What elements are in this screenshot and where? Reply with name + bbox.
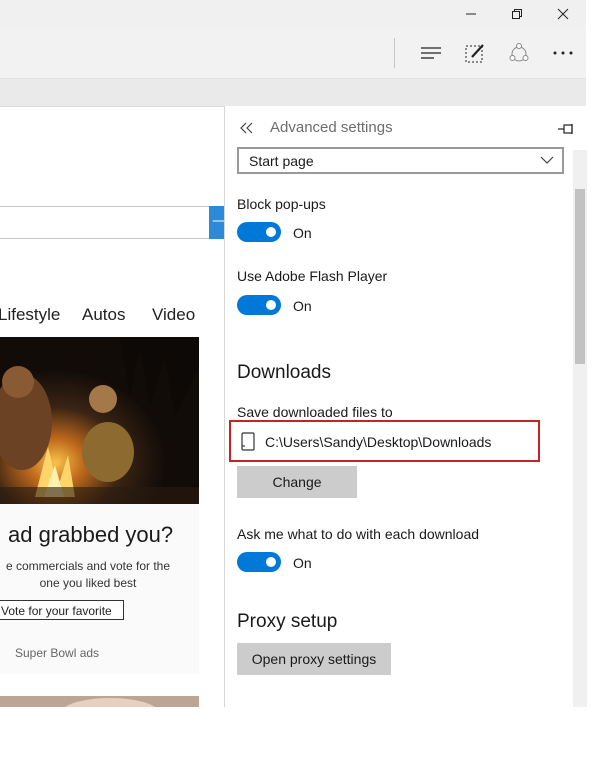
flash-player-toggle[interactable]: [237, 295, 281, 315]
panel-title: Advanced settings: [270, 119, 393, 136]
restore-button[interactable]: [494, 0, 540, 28]
advanced-settings-panel: Advanced settings Start page Block pop-u…: [224, 106, 587, 707]
device-icon: [241, 432, 255, 451]
download-path: C:\Users\Sandy\Desktop\Downloads: [265, 434, 492, 450]
more-button[interactable]: [543, 34, 583, 72]
flash-player-state: On: [293, 298, 312, 314]
title-bar: [0, 0, 586, 28]
ad-card-title[interactable]: ad grabbed you?: [8, 522, 173, 548]
change-button[interactable]: Change: [237, 466, 357, 498]
restore-icon: [512, 9, 522, 19]
ad-card-source[interactable]: Super Bowl ads: [15, 646, 99, 660]
close-button[interactable]: [540, 0, 586, 28]
ad-card-description: e commercials and vote for the one you l…: [5, 559, 171, 590]
startpage-select-value: Start page: [249, 153, 314, 169]
article-thumbnail[interactable]: [0, 696, 199, 707]
share-icon: [509, 43, 529, 62]
double-chevron-left-icon: [240, 122, 253, 134]
campfire-photo[interactable]: [0, 337, 199, 504]
scrollbar-thumb[interactable]: [575, 189, 585, 364]
proxy-heading: Proxy setup: [237, 611, 338, 632]
save-location-label: Save downloaded files to: [237, 404, 393, 420]
ask-download-label: Ask me what to do with each download: [237, 526, 480, 542]
back-button[interactable]: [235, 116, 259, 140]
web-note-icon: [465, 44, 484, 63]
minimize-button[interactable]: [448, 0, 494, 28]
minimize-icon: [466, 13, 476, 15]
favorites-bar: [0, 79, 586, 107]
search-input[interactable]: [0, 206, 211, 239]
ad-card: ad grabbed you? e commercials and vote f…: [0, 504, 199, 674]
toolbar-divider: [394, 38, 395, 68]
block-popups-label: Block pop-ups: [237, 196, 326, 212]
panel-header: Advanced settings: [225, 106, 587, 150]
toggle-knob: [266, 557, 276, 567]
pin-icon: [558, 124, 573, 134]
hub-icon: [421, 47, 441, 59]
nav-item-lifestyle[interactable]: Lifestyle: [0, 305, 60, 325]
web-note-button[interactable]: [455, 34, 495, 72]
more-icon: [553, 51, 573, 55]
startpage-select[interactable]: Start page: [237, 147, 564, 174]
nav-item-autos[interactable]: Autos: [82, 305, 125, 325]
block-popups-state: On: [293, 225, 312, 241]
download-path-highlight: C:\Users\Sandy\Desktop\Downloads: [229, 420, 540, 462]
toggle-knob: [266, 300, 276, 310]
close-icon: [557, 8, 569, 20]
block-popups-toggle[interactable]: [237, 222, 281, 242]
flash-player-label: Use Adobe Flash Player: [237, 268, 388, 284]
share-button[interactable]: [499, 34, 539, 72]
vote-button[interactable]: Vote for your favorite: [0, 600, 124, 620]
chevron-down-icon: [540, 156, 554, 164]
hub-button[interactable]: [411, 34, 451, 72]
browser-toolbar: [0, 28, 586, 79]
web-page-content: — Lifestyle Autos Video ad gr: [0, 107, 224, 707]
ask-download-toggle[interactable]: [237, 552, 281, 572]
nav-item-video[interactable]: Video: [152, 305, 195, 325]
search-button[interactable]: —: [209, 206, 224, 239]
ask-download-state: On: [293, 555, 312, 571]
toggle-knob: [266, 227, 276, 237]
pin-button[interactable]: [555, 118, 577, 140]
open-proxy-settings-button[interactable]: Open proxy settings: [237, 643, 391, 675]
downloads-heading: Downloads: [237, 362, 331, 383]
